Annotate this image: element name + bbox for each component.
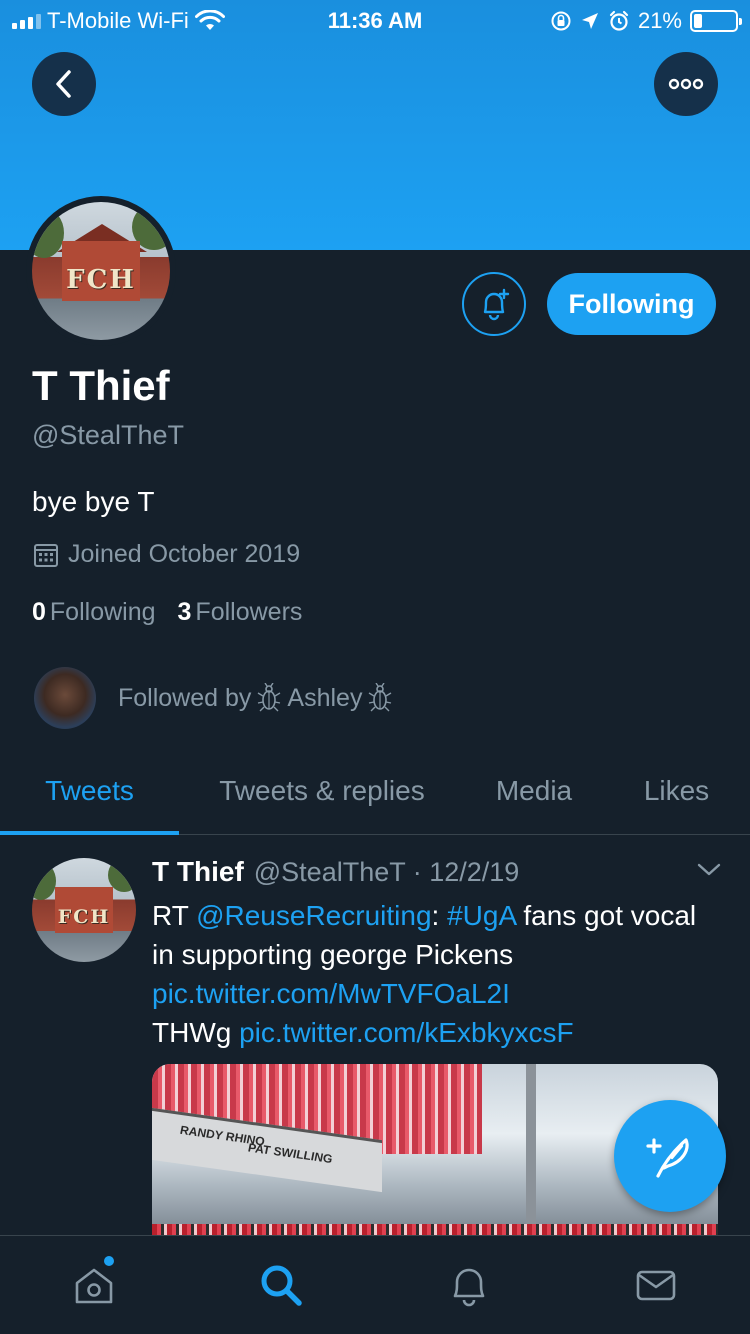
battery-icon xyxy=(690,10,742,32)
followed-by-text: Followed by Ashley xyxy=(118,683,392,713)
notifications-icon xyxy=(453,1268,485,1307)
tweet-body: RT @ReuseRecruiting: #UgA fans got vocal… xyxy=(152,900,697,1048)
nav-search[interactable] xyxy=(188,1236,376,1334)
nav-messages[interactable] xyxy=(563,1236,750,1334)
tweet-avatar[interactable]: FCH xyxy=(32,858,136,962)
avatar-logo-text: FCH xyxy=(66,265,136,296)
followed-by-name: Ashley xyxy=(287,683,363,712)
tweet-author-name: T Thief xyxy=(152,856,244,887)
more-icon xyxy=(668,78,704,90)
tab-likes[interactable]: Likes xyxy=(603,760,750,822)
tweet-mention-link[interactable]: @ReuseRecruiting xyxy=(196,900,431,931)
bug-emoji-icon xyxy=(258,683,281,712)
tweet-handle-date: @StealTheT · 12/2/19 xyxy=(253,857,520,887)
profile-name: T Thief xyxy=(32,362,170,409)
back-icon xyxy=(56,70,71,98)
battery-percent: 21% xyxy=(637,8,682,33)
alarm-icon xyxy=(609,10,629,31)
followers-count-link[interactable]: 3 Followers xyxy=(178,598,303,627)
chevron-down-icon[interactable] xyxy=(696,862,722,878)
profile-avatar[interactable]: FCH xyxy=(26,196,176,346)
notifications-toggle-button[interactable] xyxy=(462,272,526,336)
profile-avatar-image: FCH xyxy=(32,202,170,340)
messages-icon xyxy=(636,1270,676,1301)
notification-bell-icon xyxy=(483,288,510,321)
bottom-navigation xyxy=(0,1235,750,1334)
media-sign-2: PAT SWILLING xyxy=(248,1140,333,1167)
location-icon xyxy=(581,13,598,29)
followed-by-label: Followed by xyxy=(118,683,252,712)
tweet-header: T Thief @StealTheT · 12/2/19 xyxy=(152,856,519,888)
more-options-button[interactable] xyxy=(654,52,718,116)
tweet-hashtag-link[interactable]: #UgA xyxy=(447,900,516,931)
status-right: 21% xyxy=(550,8,742,34)
compose-tweet-button[interactable] xyxy=(614,1100,726,1212)
home-icon xyxy=(75,1268,113,1304)
tweet-avatar-logo-text: FCH xyxy=(57,905,111,928)
tweet-media-link-1[interactable]: pic.twitter.com/MwTVFOaL2I xyxy=(152,978,510,1009)
back-button[interactable] xyxy=(32,52,96,116)
following-count-link[interactable]: 0 Following xyxy=(32,598,156,627)
follow-counts: 0 Following 3 Followers xyxy=(32,598,302,627)
tweet-media-link-2[interactable]: pic.twitter.com/kExbkyxcsF xyxy=(239,1017,574,1048)
follower-avatar xyxy=(34,667,96,729)
nav-notifications[interactable] xyxy=(375,1236,563,1334)
nav-home[interactable] xyxy=(0,1236,188,1334)
profile-bio: bye bye T xyxy=(32,486,155,517)
followed-by-row[interactable]: Followed by Ashley xyxy=(34,667,392,729)
calendar-icon xyxy=(34,543,58,567)
compose-tweet-icon xyxy=(646,1138,689,1178)
search-icon xyxy=(261,1265,302,1306)
new-tweets-dot xyxy=(104,1256,114,1266)
active-tab-indicator xyxy=(0,831,179,835)
profile-tabs: Tweets Tweets & replies Media Likes xyxy=(0,760,750,835)
rotation-lock-icon xyxy=(551,11,571,31)
joined-date: Joined October 2019 xyxy=(32,540,300,569)
profile-handle: @StealTheT xyxy=(32,420,184,450)
tab-tweets-replies[interactable]: Tweets & replies xyxy=(179,760,465,822)
tab-media[interactable]: Media xyxy=(465,760,603,822)
joined-label: Joined October 2019 xyxy=(68,540,301,568)
status-bar: T-Mobile Wi-Fi 11:36 AM 21% xyxy=(0,0,750,40)
bug-emoji-icon xyxy=(369,683,392,712)
following-button[interactable]: Following xyxy=(547,273,716,335)
tab-tweets[interactable]: Tweets xyxy=(0,760,179,822)
